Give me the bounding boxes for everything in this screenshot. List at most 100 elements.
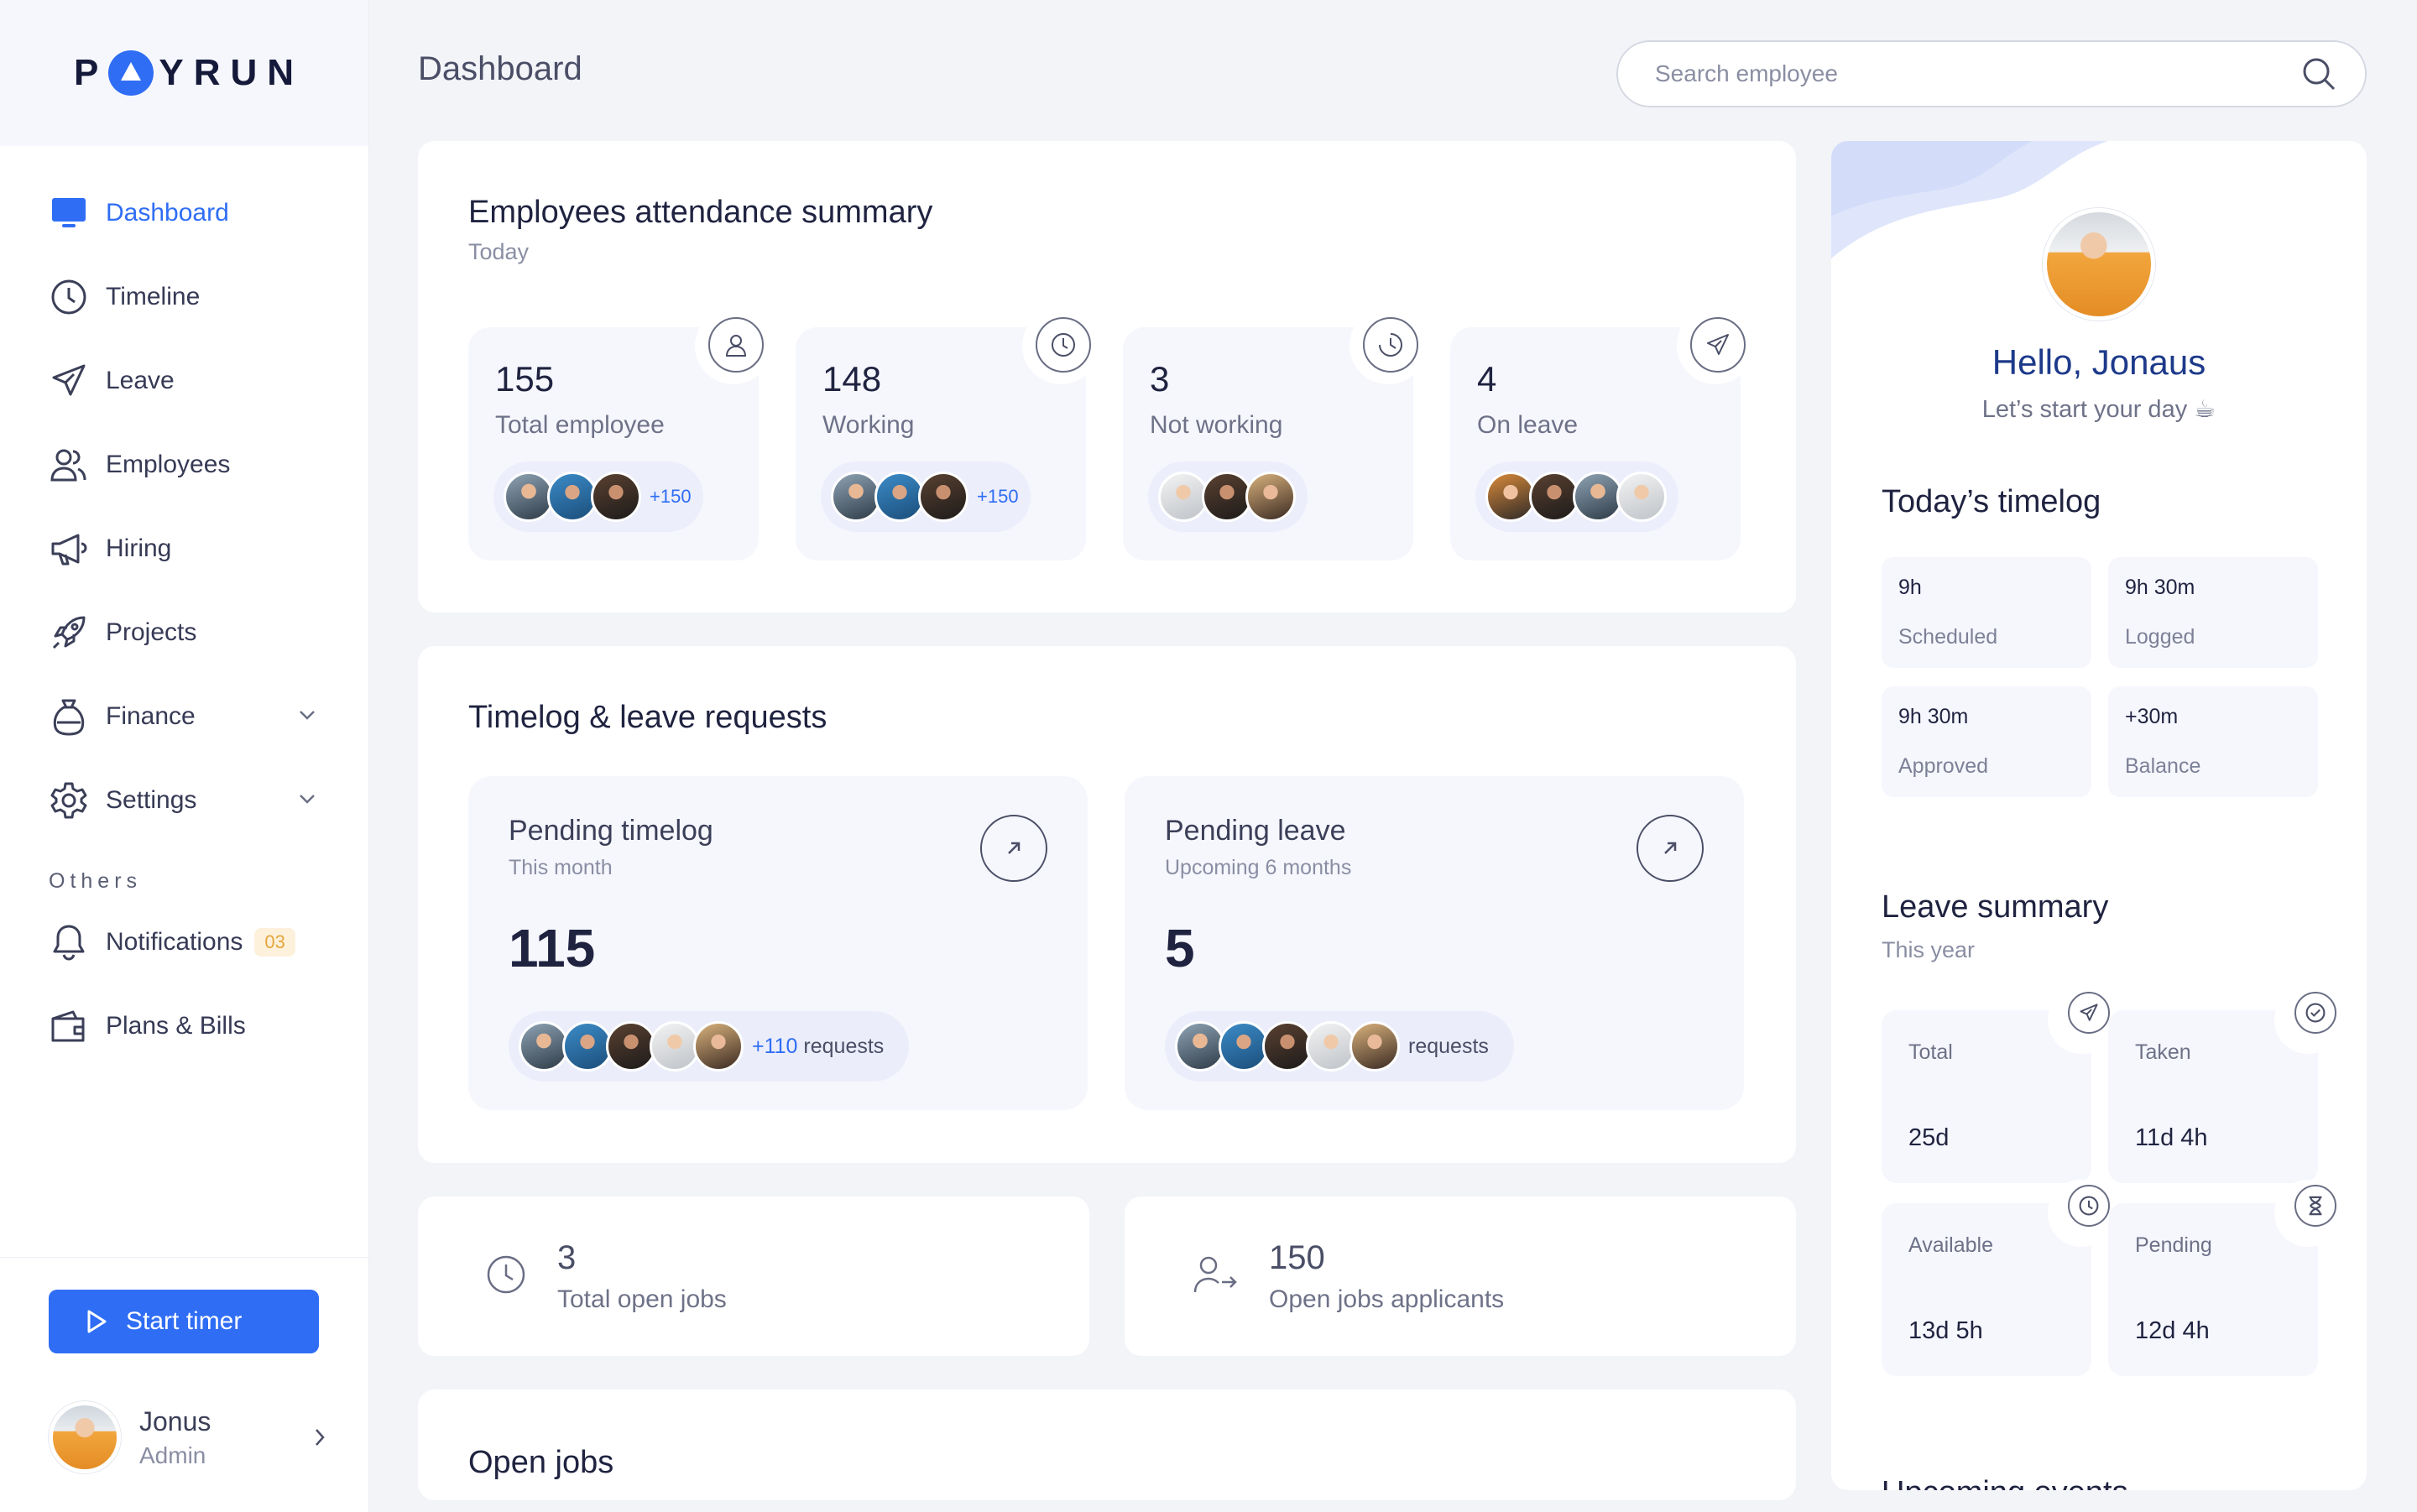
- sidebar-item-finance[interactable]: Finance: [0, 675, 368, 759]
- sidebar-item-label: Dashboard: [106, 199, 229, 227]
- todays-timelog-title: Today’s timelog: [1882, 484, 2101, 519]
- sidebar-item-label: Finance: [106, 702, 196, 730]
- stat-value: 4: [1477, 359, 1497, 399]
- sidebar-item-notifications[interactable]: Notifications 03: [0, 900, 368, 984]
- sidebar-item-label: Employees: [106, 451, 231, 478]
- stat-label: Total employee: [495, 411, 665, 439]
- user-profile-menu[interactable]: Jonus Admin: [49, 1399, 326, 1476]
- avatar: [504, 472, 554, 522]
- arrow-up-right-icon: [1008, 842, 1021, 854]
- money-bag-icon: [49, 696, 89, 737]
- stat-value: 155: [495, 359, 555, 399]
- avatar-group: +150: [493, 461, 703, 532]
- timelog-label: Logged: [2125, 625, 2195, 649]
- coffee-icon: ☕: [2194, 396, 2216, 423]
- sidebar-item-leave[interactable]: Leave: [0, 339, 368, 423]
- sidebar-item-dashboard[interactable]: Dashboard: [0, 171, 368, 255]
- open-pending-timelog-button[interactable]: [980, 815, 1047, 882]
- page-title: Dashboard: [418, 50, 582, 87]
- logo-area: P YRUN: [0, 0, 368, 146]
- sidebar-item-employees[interactable]: Employees: [0, 423, 368, 507]
- start-timer-button[interactable]: Start timer: [49, 1290, 319, 1353]
- timelog-scheduled: 9h Scheduled: [1882, 557, 2091, 668]
- timelog-approved: 9h 30m Approved: [1882, 686, 2091, 797]
- sidebar-item-label: Notifications: [106, 928, 243, 956]
- pending-leave-value: 5: [1165, 918, 1195, 978]
- leave-summary-subtitle: This year: [1882, 937, 1976, 962]
- requests-suffix: requests: [803, 1034, 885, 1058]
- requests-more-count: +110: [752, 1034, 798, 1058]
- avatar: [1485, 472, 1536, 522]
- stat-working[interactable]: 148 Working +150: [796, 307, 1099, 560]
- timelog-label: Approved: [1898, 754, 1989, 778]
- leave-value: 12d 4h: [2135, 1317, 2210, 1344]
- avatar-group: requests: [1165, 1011, 1514, 1082]
- pending-leave-title: Pending leave: [1165, 815, 1346, 847]
- user-arrow-icon: [1192, 1254, 1239, 1300]
- plane-icon: [49, 361, 89, 401]
- stat-not-working[interactable]: 3 Not working: [1123, 307, 1427, 560]
- requests-title: Timelog & leave requests: [468, 700, 827, 735]
- tagline-text: Let’s start your day: [1981, 396, 2188, 423]
- notification-count-badge: 03: [254, 928, 295, 957]
- gear-icon: [49, 780, 89, 821]
- sidebar-item-label: Hiring: [106, 534, 172, 562]
- search-icon[interactable]: [2301, 56, 2336, 91]
- sidebar-item-hiring[interactable]: Hiring: [0, 507, 368, 591]
- stat-on-leave[interactable]: 4 On leave: [1450, 307, 1754, 560]
- avatar: [1219, 1021, 1269, 1071]
- avatar-group: +150: [821, 461, 1031, 532]
- avatar-more-count: +150: [977, 486, 1019, 507]
- total-open-jobs-card[interactable]: 3 Total open jobs: [418, 1197, 1089, 1356]
- open-jobs-applicants-card[interactable]: 150 Open jobs applicants: [1125, 1197, 1796, 1356]
- pending-leave-panel: Pending leave Upcoming 6 months 5 reques…: [1125, 776, 1744, 1110]
- sidebar-item-settings[interactable]: Settings: [0, 759, 368, 842]
- sidebar-item-timeline[interactable]: Timeline: [0, 255, 368, 339]
- attendance-summary-card: Employees attendance summary Today 155 T…: [418, 141, 1796, 613]
- open-pending-leave-button[interactable]: [1637, 815, 1704, 882]
- user-icon: [708, 317, 764, 373]
- leave-value: 11d 4h: [2135, 1124, 2208, 1151]
- avatar-more-count: +150: [650, 486, 692, 507]
- brand-logo[interactable]: P YRUN: [74, 50, 304, 96]
- avatar: [1573, 472, 1623, 522]
- pending-leave-subtitle: Upcoming 6 months: [1165, 856, 1352, 879]
- avatar-group: +110 requests: [509, 1011, 910, 1082]
- hourglass-icon: [2294, 1185, 2336, 1227]
- timelog-balance: +30m Balance: [2108, 686, 2318, 797]
- clock-icon: [2068, 1185, 2110, 1227]
- others-section-label: Others: [49, 869, 143, 893]
- timer-icon: [1363, 317, 1418, 373]
- applicants-value: 150: [1269, 1238, 1325, 1276]
- sidebar-nav: Dashboard Timeline Leave Employees Hirin…: [0, 146, 368, 842]
- avatar: [1245, 472, 1296, 522]
- stat-label: Not working: [1150, 411, 1283, 439]
- leave-total: Total 25d: [1882, 987, 2115, 1183]
- requests-suffix: requests: [1408, 1034, 1489, 1058]
- plane-icon: [2068, 992, 2110, 1034]
- chevron-down-icon: [298, 793, 316, 809]
- users-icon: [49, 445, 89, 485]
- avatar: [519, 1021, 569, 1071]
- sidebar-footer: Start timer Jonus Admin: [0, 1257, 369, 1512]
- sidebar-item-projects[interactable]: Projects: [0, 591, 368, 675]
- sidebar-item-label: Settings: [106, 786, 197, 814]
- search-input[interactable]: [1655, 60, 2301, 87]
- check-circle-icon: [2294, 992, 2336, 1034]
- pending-timelog-subtitle: This month: [509, 856, 613, 879]
- avatar: [918, 472, 968, 522]
- timelog-label: Scheduled: [1898, 625, 1998, 649]
- sidebar: P YRUN Dashboard Timeline Leave Employee…: [0, 0, 369, 1512]
- pending-timelog-title: Pending timelog: [509, 815, 713, 847]
- arrow-up-right-icon: [1664, 842, 1677, 854]
- profile-avatar[interactable]: [2043, 208, 2155, 321]
- timelog-value: 9h 30m: [2125, 576, 2195, 599]
- stat-total-employee[interactable]: 155 Total employee +150: [468, 307, 772, 560]
- avatar: [1349, 1021, 1400, 1071]
- avatar: [1616, 472, 1667, 522]
- avatar: [693, 1021, 744, 1071]
- stat-value: 3: [1150, 359, 1170, 399]
- bell-icon: [49, 922, 89, 962]
- sidebar-item-plans-bills[interactable]: Plans & Bills: [0, 984, 368, 1068]
- chevron-right-icon: [316, 1429, 325, 1446]
